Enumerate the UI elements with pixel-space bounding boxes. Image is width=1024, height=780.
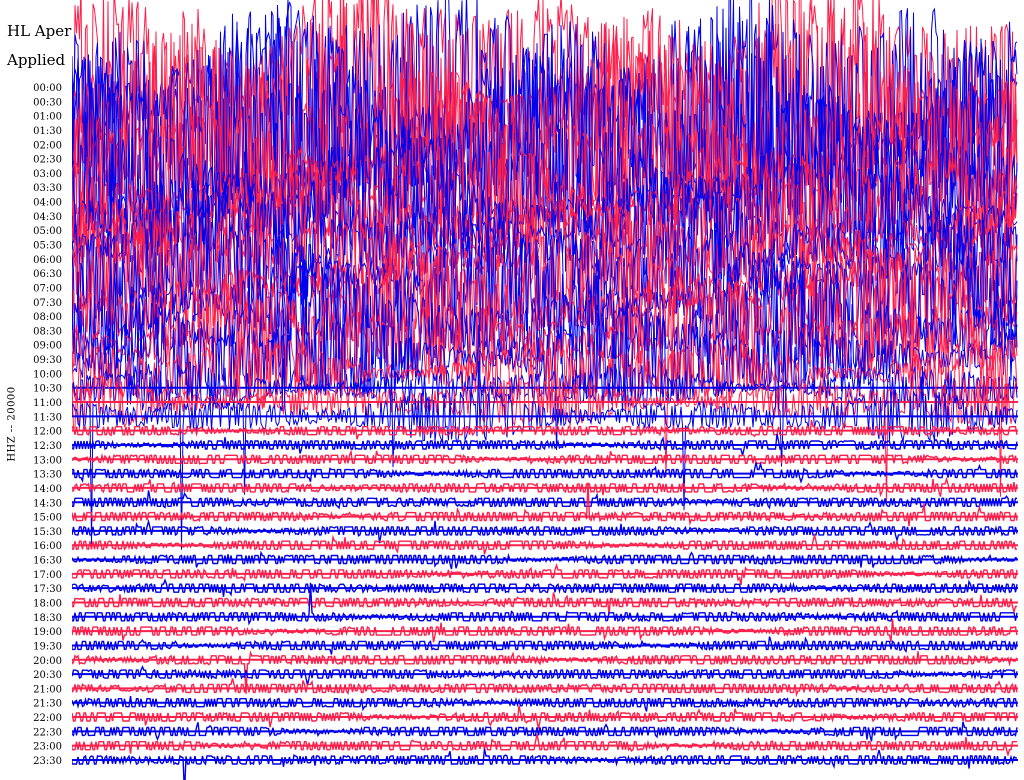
time-tick-label: 01:00 — [33, 112, 62, 123]
time-tick-label: 11:30 — [33, 412, 62, 423]
time-tick-label: 07:30 — [33, 298, 62, 309]
helicorder-plot: 00:00 00:30 01:00 01:30 02:00 02:30 03:00 03:30… — [33, 0, 1018, 780]
time-tick-label: 13:00 — [33, 455, 62, 466]
seismic-trace-row — [72, 678, 1018, 698]
time-tick-label: 04:30 — [33, 212, 62, 223]
time-tick-label: 08:30 — [33, 326, 62, 337]
time-tick-label: 23:00 — [33, 742, 62, 753]
time-tick-label: 03:00 — [33, 169, 62, 180]
time-tick-label: 10:00 — [33, 369, 62, 380]
time-tick-label: 09:00 — [33, 341, 62, 352]
time-tick-label: 16:00 — [33, 541, 62, 552]
time-tick-label: 22:30 — [33, 727, 62, 738]
time-tick-label: 14:00 — [33, 484, 62, 495]
time-tick-label: 20:30 — [33, 670, 62, 681]
time-tick-label: 22:00 — [33, 713, 62, 724]
seismic-trace-row — [72, 550, 1018, 570]
seismic-trace-row — [72, 734, 1017, 758]
time-tick-label: 02:00 — [33, 140, 62, 151]
seismic-trace-row — [72, 518, 1018, 544]
time-tick-label: 15:30 — [33, 527, 62, 538]
time-tick-label: 17:00 — [33, 570, 62, 581]
seismic-trace-row — [72, 665, 1018, 686]
seismic-trace-row — [72, 696, 1018, 712]
time-tick-labels: 00:00 00:30 01:00 01:30 02:00 02:30 03:00 03:30… — [33, 83, 62, 767]
seismic-trace-row — [72, 563, 1018, 586]
time-tick-label: 00:30 — [33, 97, 62, 108]
helicorder-view: HL Aper Applied HHZ -- 20000 00:00 00:30 0… — [0, 0, 1024, 780]
time-tick-label: 17:30 — [33, 584, 62, 595]
time-tick-label: 15:00 — [33, 513, 62, 524]
time-tick-label: 10:30 — [33, 384, 62, 395]
time-tick-label: 07:00 — [33, 283, 62, 294]
time-tick-label: 18:30 — [33, 613, 62, 624]
time-tick-label: 23:30 — [33, 756, 62, 767]
time-tick-label: 02:30 — [33, 155, 62, 166]
time-tick-label: 08:00 — [33, 312, 62, 323]
time-tick-label: 19:30 — [33, 641, 62, 652]
time-tick-label: 06:30 — [33, 269, 62, 280]
time-tick-label: 12:30 — [33, 441, 62, 452]
time-tick-label: 05:30 — [33, 241, 62, 252]
time-tick-label: 03:30 — [33, 183, 62, 194]
time-tick-label: 12:00 — [33, 427, 62, 438]
time-tick-label: 20:00 — [33, 656, 62, 667]
trace-group — [72, 0, 1018, 780]
time-tick-label: 01:30 — [33, 126, 62, 137]
time-tick-label: 19:00 — [33, 627, 62, 638]
time-tick-label: 00:00 — [33, 83, 62, 94]
time-tick-label: 06:00 — [33, 255, 62, 266]
seismic-trace-row — [72, 461, 1018, 484]
seismic-trace-row — [72, 449, 1018, 465]
time-tick-label: 16:30 — [33, 556, 62, 567]
time-tick-label: 14:30 — [33, 498, 62, 509]
time-tick-label: 09:30 — [33, 355, 62, 366]
seismic-trace-row — [72, 748, 1018, 780]
time-tick-label: 21:00 — [33, 684, 62, 695]
time-tick-label: 05:00 — [33, 226, 62, 237]
seismic-trace-row — [72, 482, 1018, 527]
time-tick-label: 04:00 — [33, 198, 62, 209]
time-tick-label: 18:00 — [33, 598, 62, 609]
seismic-trace-row — [72, 490, 1017, 510]
time-tick-label: 21:30 — [33, 699, 62, 710]
time-tick-label: 11:00 — [33, 398, 62, 409]
time-tick-label: 13:30 — [33, 470, 62, 481]
